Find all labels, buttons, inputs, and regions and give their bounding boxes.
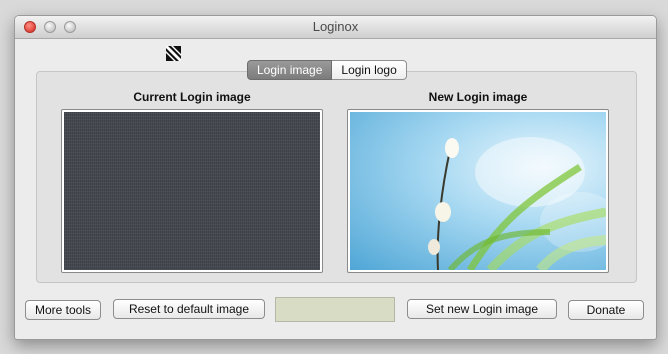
title-bar[interactable]: Loginox — [15, 16, 656, 39]
new-image-artwork — [428, 137, 606, 270]
tab-login-logo[interactable]: Login logo — [332, 60, 407, 80]
window-title: Loginox — [312, 19, 359, 34]
tab-login-image[interactable]: Login image — [247, 60, 333, 80]
new-image-well[interactable] — [347, 109, 609, 273]
set-new-login-image-button[interactable]: Set new Login image — [407, 299, 557, 319]
more-tools-button[interactable]: More tools — [25, 300, 101, 320]
current-image-label: Current Login image — [133, 90, 251, 104]
donate-button[interactable]: Donate — [568, 300, 644, 320]
current-login-image — [64, 112, 320, 270]
app-logo-icon — [166, 46, 181, 61]
new-image-label: New Login image — [428, 90, 528, 104]
tab-bar: Login image Login logo — [247, 60, 407, 80]
new-login-image[interactable] — [350, 112, 606, 270]
app-window: Loginox Login image Login logo Current L… — [14, 15, 657, 340]
reset-default-button[interactable]: Reset to default image — [113, 299, 265, 319]
status-field — [275, 297, 395, 322]
current-image-well — [61, 109, 323, 273]
